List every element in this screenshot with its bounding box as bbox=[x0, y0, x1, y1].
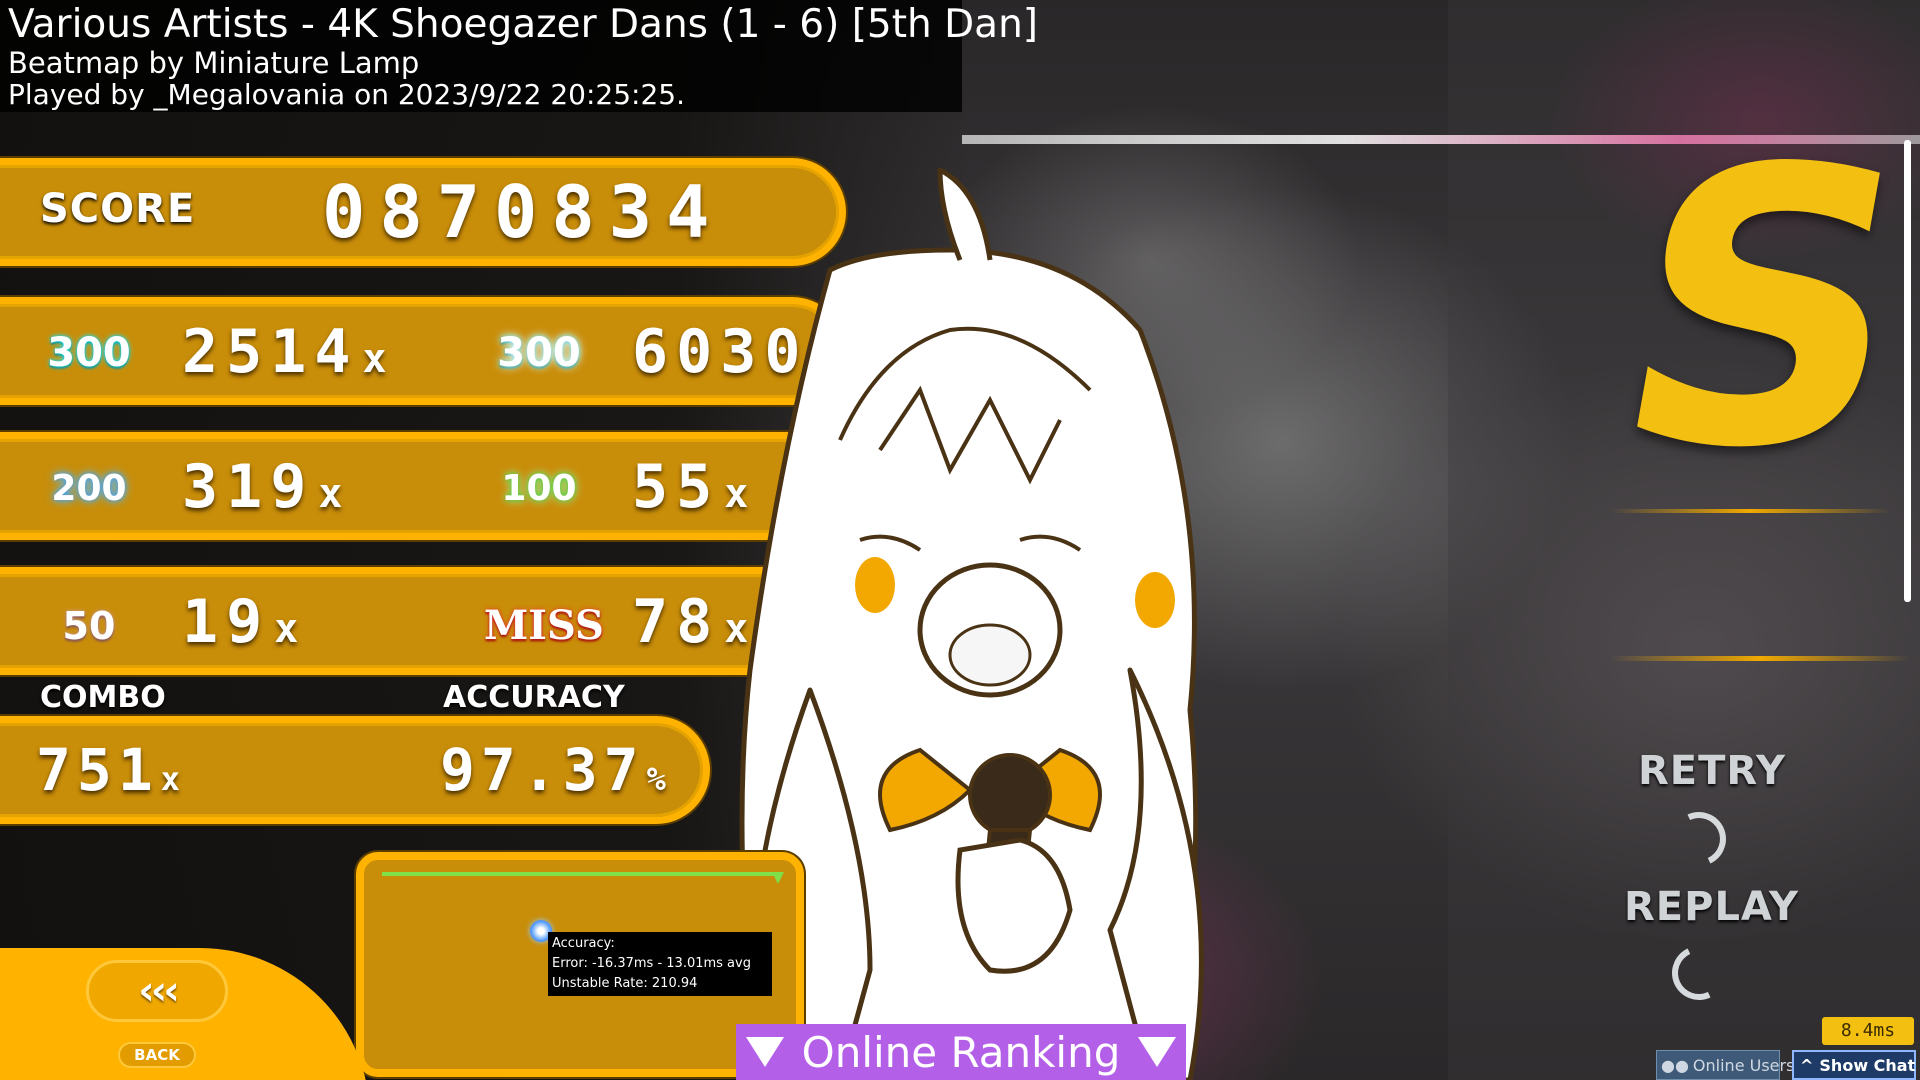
tooltip-unstable-rate: Unstable Rate: 210.94 bbox=[552, 976, 698, 991]
accuracy-label: ACCURACY bbox=[443, 680, 625, 715]
hit200-icon: 200 bbox=[51, 468, 127, 509]
triangle-down-icon bbox=[1138, 1037, 1177, 1067]
score-label: SCORE bbox=[40, 186, 196, 232]
online-ranking-label: Online Ranking bbox=[801, 1027, 1121, 1077]
replay-button[interactable]: REPLAY bbox=[1624, 884, 1799, 930]
show-chat-label: Show Chat bbox=[1819, 1055, 1916, 1075]
tooltip-title: Accuracy: bbox=[552, 936, 615, 951]
online-users-button[interactable]: ●● Online Users bbox=[1656, 1050, 1794, 1080]
hit50-icon: 50 bbox=[62, 604, 116, 648]
combo-label: COMBO bbox=[40, 680, 166, 715]
hit300g-icon: 300 bbox=[497, 330, 581, 376]
accuracy-tooltip: Accuracy: Error: -16.37ms - 13.01ms avg … bbox=[548, 932, 772, 996]
online-users-label: Online Users bbox=[1692, 1055, 1795, 1075]
played-by: Played by _Megalovania on 2023/9/22 20:2… bbox=[8, 78, 685, 111]
score-value: 0870834 bbox=[322, 170, 724, 254]
triangle-down-icon bbox=[745, 1037, 784, 1067]
back-arrow-icon[interactable]: ‹‹‹ bbox=[86, 960, 228, 1022]
graph-end-marker-icon bbox=[772, 872, 784, 884]
users-icon: ●● bbox=[1661, 1055, 1689, 1075]
hp-graph-line bbox=[382, 872, 780, 876]
tooltip-error: Error: -16.37ms - 13.01ms avg bbox=[552, 956, 751, 971]
show-chat-button[interactable]: ^ Show Chat bbox=[1792, 1050, 1916, 1080]
accuracy-value: 97.37% bbox=[440, 736, 666, 804]
online-ranking-button[interactable]: Online Ranking bbox=[736, 1024, 1186, 1080]
miss-icon: MISS bbox=[484, 602, 604, 649]
combo-value: 751x bbox=[36, 736, 181, 804]
hit100-icon: 100 bbox=[501, 468, 577, 509]
back-button[interactable]: BACK bbox=[118, 1042, 196, 1068]
divider-line bbox=[1610, 656, 1910, 661]
beatmap-title: Various Artists - 4K Shoegazer Dans (1 -… bbox=[8, 2, 1038, 47]
hit50-count: 19 x bbox=[182, 587, 299, 657]
retry-button[interactable]: RETRY bbox=[1638, 748, 1786, 794]
hit300-icon: 300 bbox=[47, 330, 131, 376]
hit300-count: 2514 x bbox=[182, 317, 387, 387]
chevron-up-icon: ^ bbox=[1800, 1055, 1814, 1075]
frame-time-badge: 8.4ms bbox=[1822, 1017, 1914, 1045]
header: Various Artists - 4K Shoegazer Dans (1 -… bbox=[0, 0, 1038, 112]
hit200-count: 319 x bbox=[182, 452, 343, 522]
beatmap-mapper: Beatmap by Miniature Lamp bbox=[8, 46, 420, 80]
